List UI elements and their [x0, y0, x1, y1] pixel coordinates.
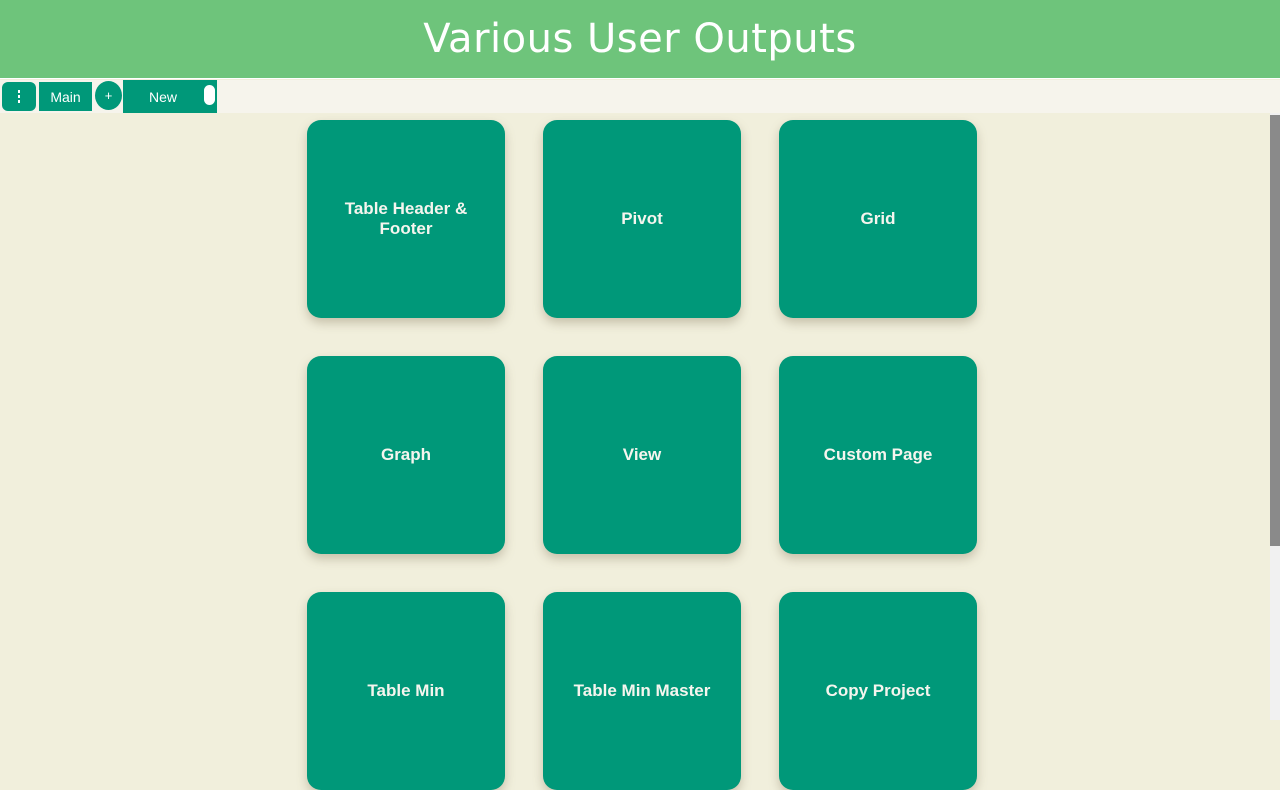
tile-label: Grid — [860, 209, 896, 228]
tile-grid[interactable]: Grid — [779, 120, 977, 318]
tile-label: Copy Project — [825, 681, 931, 700]
tile-label: Custom Page — [823, 445, 933, 464]
tile-label: Graph — [380, 445, 432, 464]
page-title: Various User Outputs — [423, 16, 857, 62]
tile-label: View — [622, 445, 662, 464]
tile-table-min-master[interactable]: Table Min Master — [543, 592, 741, 790]
tile-label: Pivot — [621, 209, 663, 228]
tile-custom-page[interactable]: Custom Page — [779, 356, 977, 554]
tile-label: Table Min Master — [573, 681, 711, 700]
vertical-dots-icon — [18, 90, 20, 103]
add-tab-button[interactable]: + — [95, 81, 122, 110]
tab-main[interactable]: Main — [39, 82, 92, 111]
tile-table-min[interactable]: Table Min — [307, 592, 505, 790]
tab-new[interactable]: New — [123, 80, 217, 113]
tile-table-header-footer[interactable]: Table Header & Footer — [307, 120, 505, 318]
tile-view[interactable]: View — [543, 356, 741, 554]
tile-graph[interactable]: Graph — [307, 356, 505, 554]
tab-bar: Main New — [0, 80, 1280, 113]
scrollbar-thumb[interactable] — [1270, 115, 1280, 546]
tab-menu-button[interactable] — [2, 82, 36, 111]
app-header: Various User Outputs — [0, 0, 1280, 79]
tile-label: Table Min — [367, 681, 445, 700]
tile-pivot[interactable]: Pivot — [543, 120, 741, 318]
tab-new-toggle[interactable] — [204, 85, 215, 105]
tab-new-label: New — [149, 89, 178, 105]
tile-copy-project[interactable]: Copy Project — [779, 592, 977, 790]
tile-label: Table Header & Footer — [344, 199, 468, 238]
